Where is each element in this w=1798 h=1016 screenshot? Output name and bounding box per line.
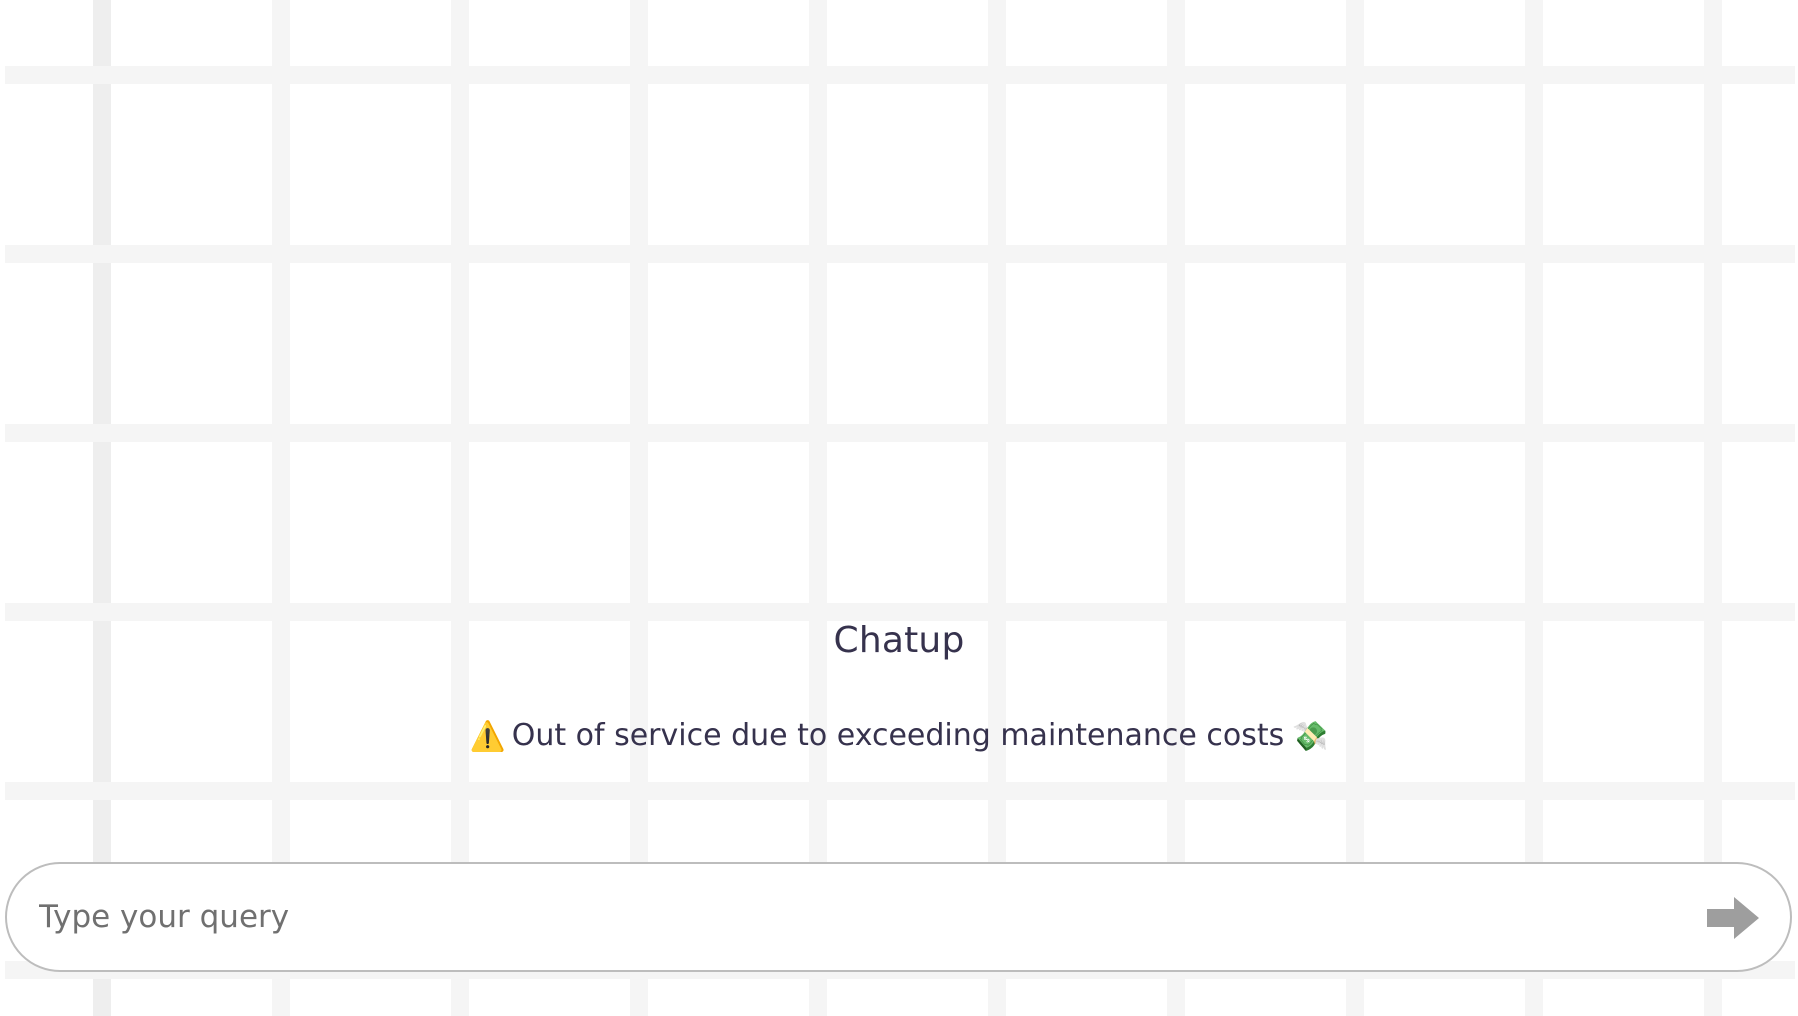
service-notice: ⚠️ Out of service due to exceeding maint…: [0, 714, 1798, 758]
page-title: Chatup: [833, 620, 965, 661]
query-bar: [5, 862, 1792, 972]
money-with-wings-icon: 💸: [1292, 719, 1329, 753]
send-button[interactable]: [1704, 894, 1762, 942]
arrow-right-icon: [1707, 897, 1759, 939]
warning-icon: ⚠️: [469, 719, 506, 753]
query-input[interactable]: [39, 884, 1679, 950]
service-notice-text: Out of service due to exceeding maintena…: [511, 718, 1285, 753]
main-content: Chatup ⚠️ Out of service due to exceedin…: [0, 0, 1798, 1016]
